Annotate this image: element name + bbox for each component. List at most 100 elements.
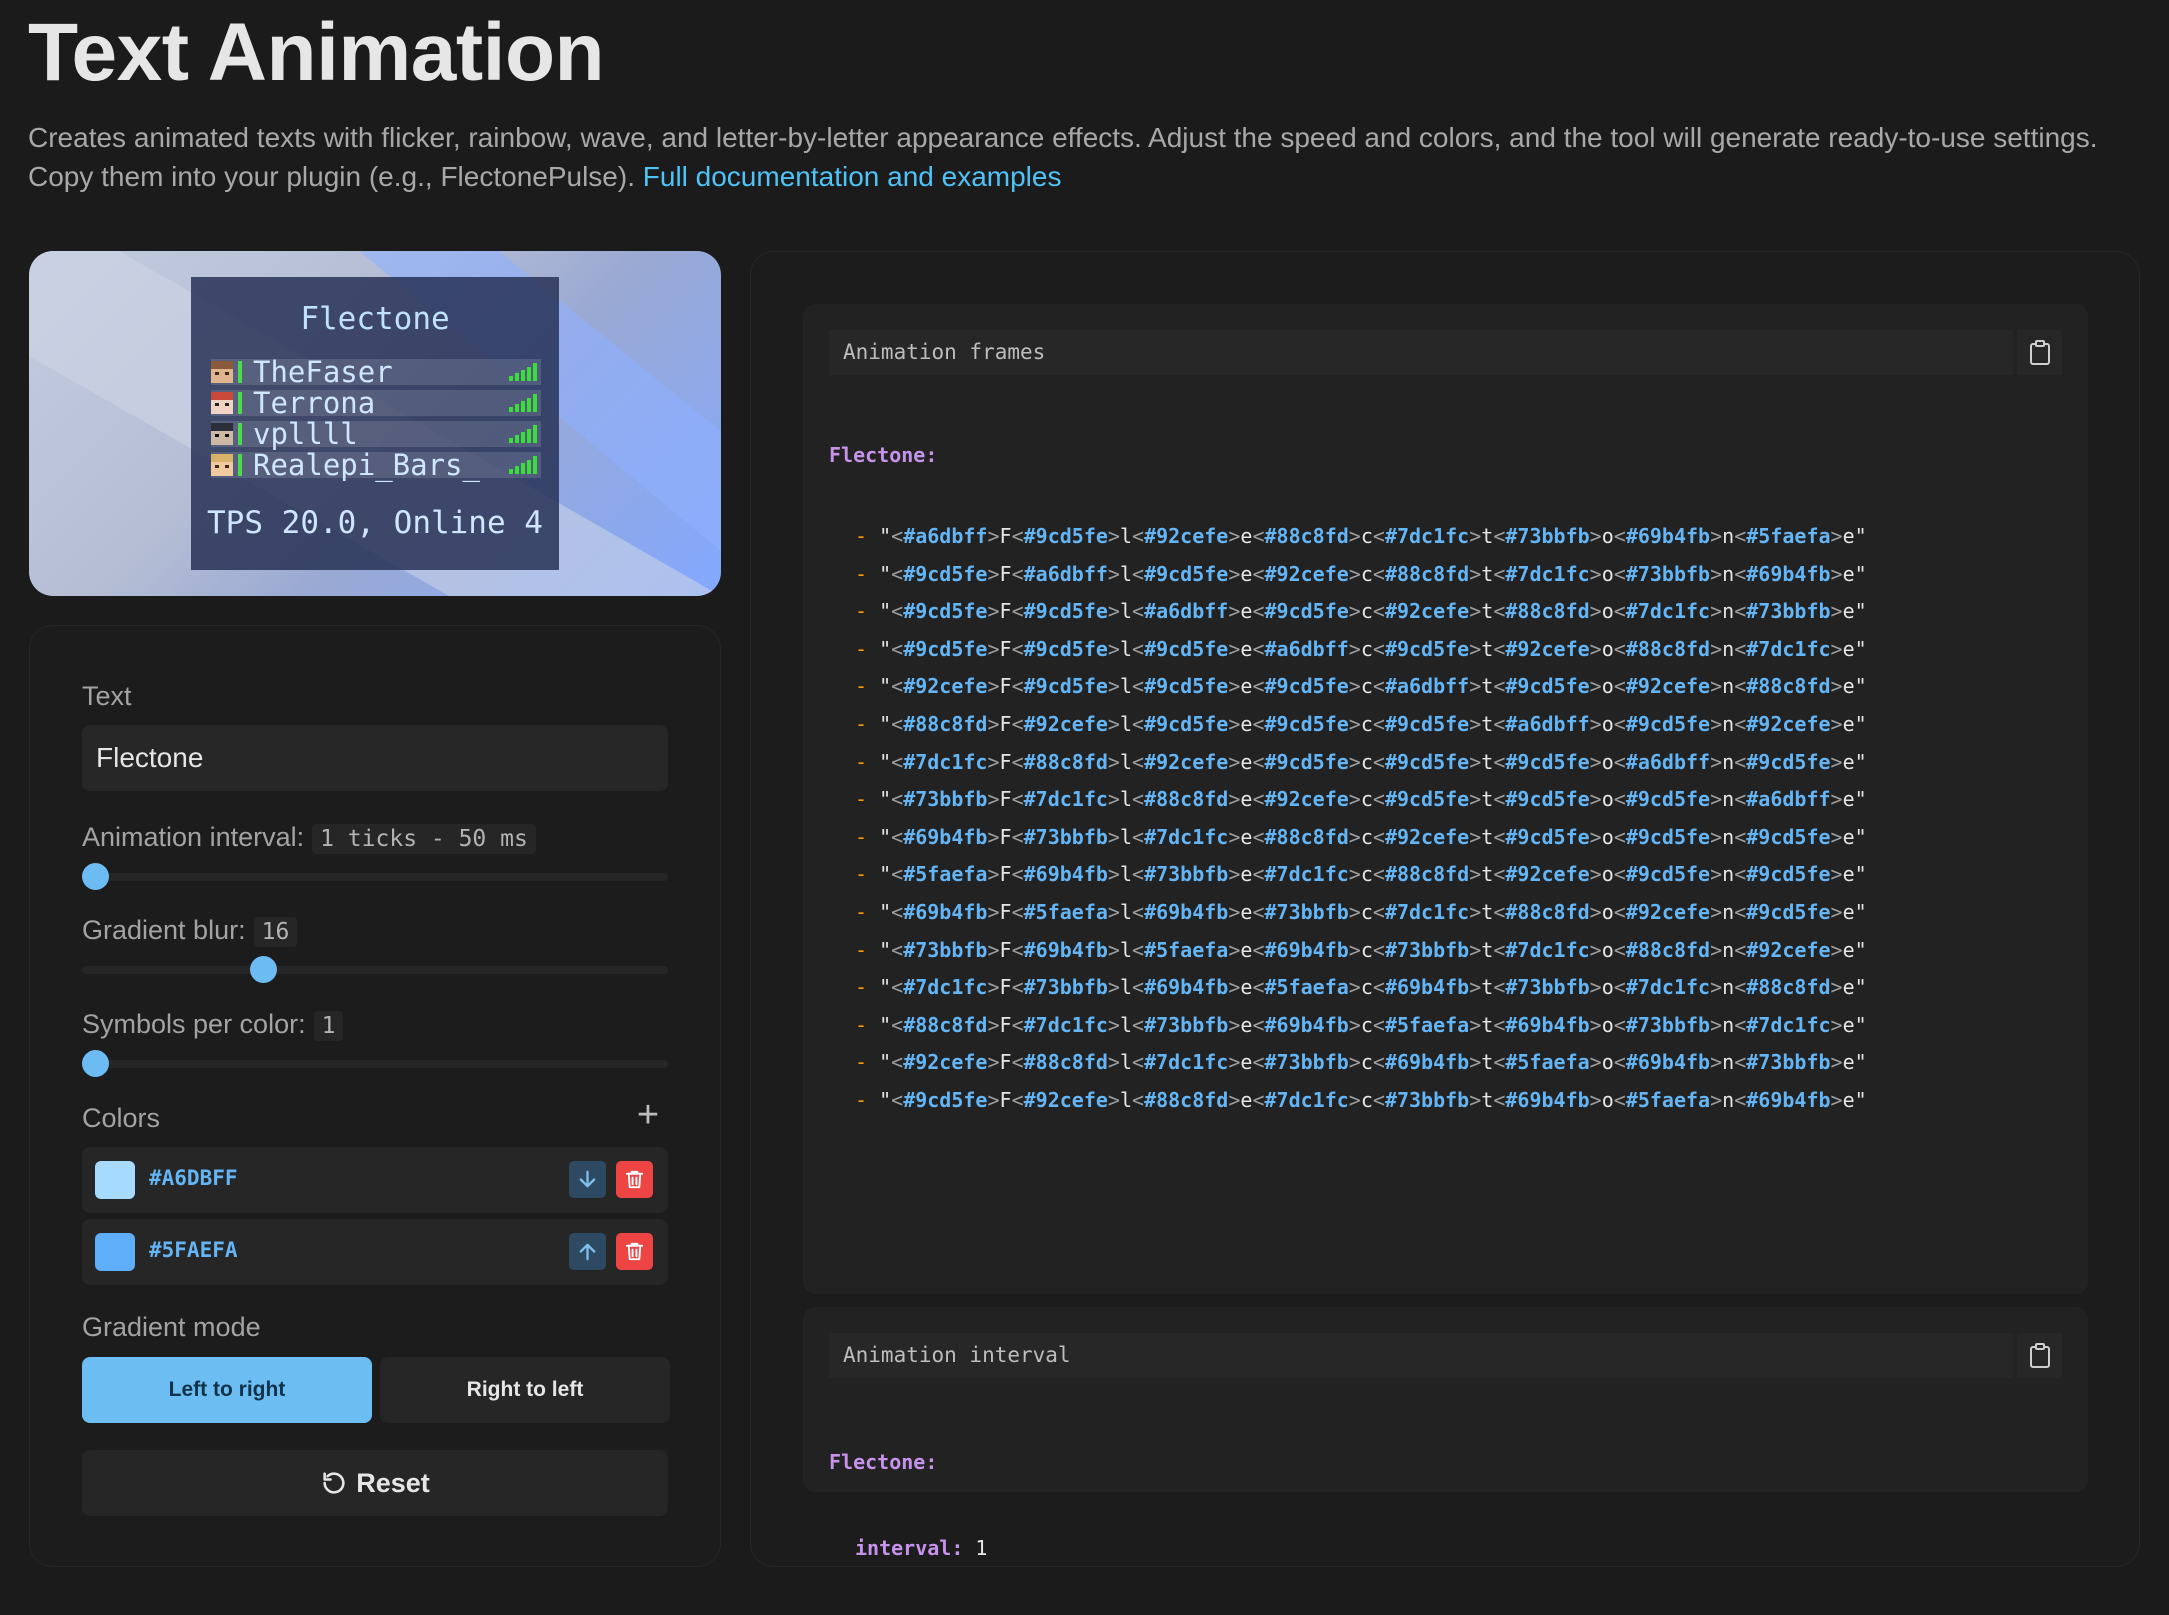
- blur-slider[interactable]: [82, 955, 668, 983]
- move-color-down-button[interactable]: [569, 1161, 606, 1198]
- tag-bracket: <: [1613, 787, 1626, 812]
- right-to-left-button[interactable]: Right to left: [380, 1357, 670, 1423]
- frame-char: c: [1360, 899, 1373, 924]
- tag-bracket: <: [1734, 636, 1747, 661]
- tag-bracket: >: [1830, 975, 1843, 1000]
- tag-bracket: <: [1252, 1087, 1265, 1112]
- color-tag: #69b4fb: [1746, 561, 1831, 586]
- tag-bracket: <: [1372, 636, 1385, 661]
- frame-char: c: [1360, 824, 1373, 849]
- frame-char: o: [1601, 636, 1614, 661]
- color-swatch[interactable]: [95, 1233, 135, 1271]
- color-tag: #88c8fd: [1264, 524, 1349, 548]
- frame-char: e: [1240, 787, 1253, 812]
- tag-bracket: <: [1493, 824, 1506, 849]
- frame-char: e: [1240, 561, 1253, 586]
- color-tag: #88c8fd: [1264, 824, 1349, 849]
- tag-bracket: <: [1132, 711, 1145, 736]
- tag-bracket: >: [987, 824, 1000, 849]
- text-input[interactable]: [82, 725, 668, 791]
- symbols-value-badge: 1: [313, 1011, 344, 1041]
- frames-list: - "<#a6dbff>F<#9cd5fe>l<#92cefe>e<#88c8f…: [829, 518, 1867, 1120]
- quote: ": [879, 975, 892, 1000]
- tag-bracket: <: [891, 937, 904, 962]
- colors-label: Colors: [82, 1103, 161, 1133]
- tag-bracket: <: [1252, 899, 1265, 924]
- tag-bracket: <: [891, 1012, 904, 1037]
- frame-char: F: [999, 862, 1012, 887]
- interval-value-badge: 1 ticks - 50 ms: [312, 824, 536, 854]
- color-tag: #9cd5fe: [1144, 636, 1229, 661]
- frame-line: - "<#69b4fb>F<#5faefa>l<#69b4fb>e<#73bbf…: [855, 894, 1867, 932]
- color-tag: #9cd5fe: [1023, 524, 1108, 548]
- color-tag: #73bbfb: [1384, 937, 1470, 962]
- add-color-button[interactable]: +: [630, 1096, 666, 1134]
- slider-thumb[interactable]: [82, 863, 109, 890]
- tag-bracket: >: [1830, 862, 1843, 887]
- frame-char: e: [1842, 862, 1855, 887]
- color-tag: #9cd5fe: [1384, 787, 1470, 812]
- tag-bracket: <: [1613, 749, 1626, 774]
- color-tag: #69b4fb: [1264, 1012, 1349, 1037]
- move-color-up-button[interactable]: [569, 1233, 606, 1270]
- frame-char: l: [1119, 636, 1133, 661]
- tag-bracket: <: [1734, 524, 1747, 548]
- copy-frames-button[interactable]: [2017, 330, 2062, 375]
- color-tag: #73bbfb: [1264, 899, 1349, 924]
- color-tag: #69b4fb: [1144, 975, 1229, 1000]
- yaml-subkey: interval:: [855, 1536, 964, 1560]
- left-to-right-button[interactable]: Left to right: [82, 1357, 372, 1423]
- frame-char: o: [1601, 899, 1614, 924]
- delete-color-button[interactable]: [616, 1233, 653, 1270]
- frame-char: t: [1481, 1012, 1494, 1037]
- tag-bracket: >: [987, 599, 1000, 624]
- ping-bars-icon: [509, 363, 537, 381]
- color-tag: #92cefe: [1384, 824, 1470, 849]
- tag-bracket: <: [1011, 711, 1024, 736]
- interval-slider[interactable]: [82, 862, 668, 890]
- symbols-slider[interactable]: [82, 1049, 668, 1077]
- color-swatch[interactable]: [95, 1161, 135, 1199]
- documentation-link[interactable]: Full documentation and examples: [643, 161, 1062, 192]
- tag-bracket: >: [1228, 749, 1241, 774]
- color-tag: #9cd5fe: [1144, 561, 1229, 586]
- tag-bracket: >: [1228, 599, 1241, 624]
- tab-header: Flectone: [300, 301, 450, 337]
- description-text: Creates animated texts with flicker, rai…: [28, 122, 2098, 192]
- color-tag: #5faefa: [1023, 899, 1108, 924]
- slider-thumb[interactable]: [250, 956, 277, 983]
- tag-bracket: <: [1734, 899, 1747, 924]
- list-dash: -: [855, 674, 880, 699]
- frame-char: o: [1601, 1087, 1614, 1112]
- tag-bracket: <: [1011, 899, 1024, 924]
- tag-bracket: <: [1493, 749, 1506, 774]
- quote: ": [1854, 636, 1867, 661]
- tag-bracket: >: [1469, 1012, 1482, 1037]
- tag-bracket: <: [1372, 787, 1385, 812]
- reset-button[interactable]: Reset: [82, 1450, 668, 1516]
- slider-track: [82, 1060, 668, 1068]
- color-tag: #7dc1fc: [1505, 561, 1590, 586]
- frame-char: o: [1601, 711, 1614, 736]
- delete-color-button[interactable]: [616, 1161, 653, 1198]
- frame-char: c: [1360, 599, 1373, 624]
- tag-bracket: >: [1228, 899, 1241, 924]
- player-row: Terrona: [211, 386, 541, 420]
- quote: ": [879, 1012, 892, 1037]
- frame-char: F: [999, 899, 1012, 924]
- tag-bracket: >: [987, 975, 1000, 1000]
- frame-line: - "<#73bbfb>F<#69b4fb>l<#5faefa>e<#69b4f…: [855, 932, 1867, 970]
- slider-thumb[interactable]: [82, 1050, 109, 1077]
- color-tag: #69b4fb: [1625, 1050, 1711, 1075]
- frame-char: t: [1481, 749, 1494, 774]
- copy-interval-button[interactable]: [2017, 1333, 2062, 1378]
- tag-bracket: <: [1734, 937, 1747, 962]
- color-tag: #88c8fd: [1023, 1050, 1108, 1075]
- list-dash: -: [855, 1050, 880, 1075]
- tag-bracket: >: [1589, 1087, 1602, 1112]
- frame-char: e: [1842, 975, 1855, 1000]
- color-tag: #88c8fd: [1625, 937, 1711, 962]
- tag-bracket: <: [1493, 524, 1506, 548]
- tag-bracket: <: [1372, 711, 1385, 736]
- frames-title: Animation frames: [829, 330, 2013, 375]
